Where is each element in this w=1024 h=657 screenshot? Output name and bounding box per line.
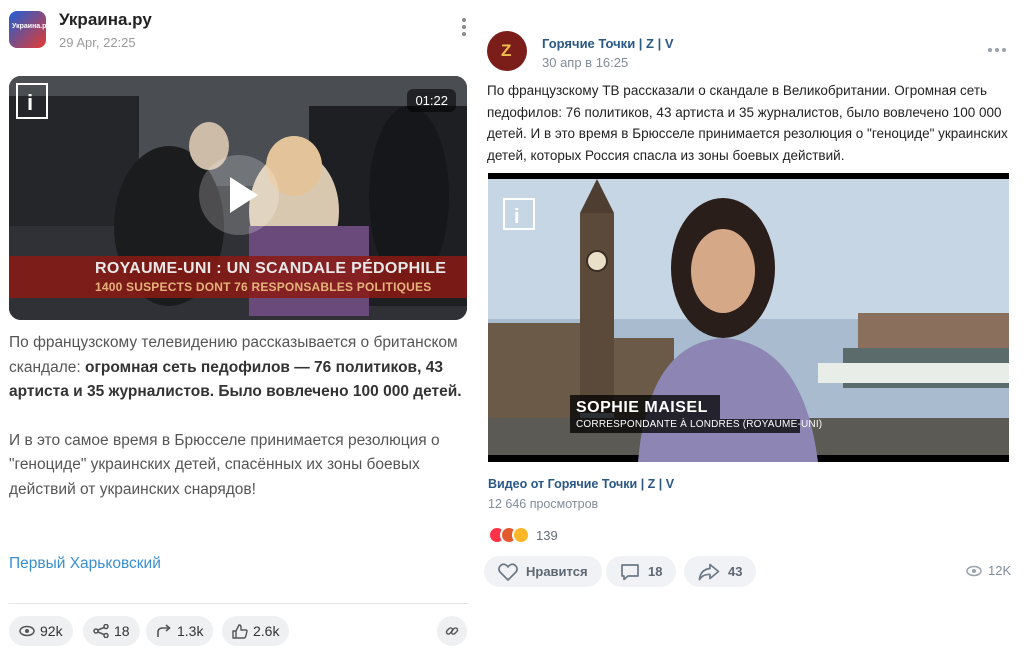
share-arrow-icon bbox=[698, 563, 720, 580]
svg-text:i: i bbox=[27, 90, 33, 115]
views-counter: 12K bbox=[966, 563, 1011, 578]
link-icon bbox=[445, 627, 459, 635]
video-duration: 01:22 bbox=[407, 89, 456, 112]
avatar-logo-text: Украина.ру bbox=[12, 23, 46, 30]
post-date: 29 Apr, 22:25 bbox=[59, 35, 136, 50]
avatar-z-letter: Z bbox=[501, 41, 512, 60]
eye-icon bbox=[966, 565, 982, 576]
post-text-paragraph-2: И в это самое время в Брюсселе принимает… bbox=[9, 431, 440, 498]
video-caption-subtitle: 1400 SUSPECTS DONT 76 RESPONSABLES POLIT… bbox=[95, 280, 432, 294]
shares-count: 18 bbox=[114, 623, 130, 639]
views-counter: 92k bbox=[9, 616, 73, 646]
like-label: Нравится bbox=[526, 564, 588, 579]
views-count: 12K bbox=[988, 563, 1012, 578]
eye-icon bbox=[19, 625, 35, 637]
telegram-post: Украина.ру Украина.ру 29 Apr, 22:25 i RO… bbox=[0, 0, 478, 657]
wow-reaction-icon bbox=[512, 526, 530, 544]
vk-post: Z Горячие Точки | Z | V 30 апр в 16:25 П… bbox=[478, 0, 1024, 657]
video-source-title[interactable]: Видео от Горячие Точки | Z | V bbox=[488, 477, 674, 491]
post-date[interactable]: 30 апр в 16:25 bbox=[542, 55, 628, 70]
shares-count: 43 bbox=[728, 564, 743, 579]
views-count: 92k bbox=[40, 623, 63, 639]
play-button[interactable] bbox=[199, 155, 279, 235]
svg-text:i: i bbox=[514, 206, 520, 228]
comments-count: 18 bbox=[648, 564, 663, 579]
comments-button[interactable]: 18 bbox=[606, 556, 677, 587]
channel-avatar[interactable]: Z bbox=[487, 31, 527, 71]
share-button[interactable]: 43 bbox=[684, 556, 757, 587]
channel-name[interactable]: Горячие Точки | Z | V bbox=[542, 36, 674, 51]
post-text: По французскому телевидению рассказывает… bbox=[9, 331, 469, 526]
heart-icon bbox=[498, 562, 518, 581]
video-caption-title: ROYAUME-UNI : UN SCANDALE PÉDOPHILE bbox=[95, 260, 447, 277]
copy-link-button[interactable] bbox=[437, 616, 467, 646]
divider bbox=[9, 603, 469, 604]
forward-arrow-icon bbox=[157, 624, 171, 637]
thumbs-up-icon bbox=[232, 623, 248, 639]
reactions-count: 139 bbox=[536, 527, 558, 543]
forward-button[interactable]: 1.3k bbox=[146, 616, 214, 646]
like-button[interactable]: 2.6k bbox=[222, 616, 290, 646]
forwards-count: 1.3k bbox=[177, 623, 204, 639]
comment-icon bbox=[621, 563, 639, 580]
video-player[interactable]: i SOPHIE MAISEL CORRESPONDANTE À LONDRES… bbox=[488, 173, 1009, 462]
share-button[interactable]: 18 bbox=[83, 616, 140, 646]
more-options-icon[interactable] bbox=[988, 48, 1008, 54]
like-button[interactable]: Нравится bbox=[484, 556, 602, 587]
more-options-icon[interactable] bbox=[458, 18, 470, 40]
channel-avatar[interactable]: Украина.ру bbox=[9, 11, 46, 48]
share-icon bbox=[93, 624, 109, 638]
video-player[interactable]: i ROYAUME-UNI : UN SCANDALE PÉDOPHILE 14… bbox=[9, 76, 467, 320]
lower-third-name: SOPHIE MAISEL bbox=[576, 399, 708, 416]
likes-count: 2.6k bbox=[253, 623, 280, 639]
lower-third-role: CORRESPONDANTE À LONDRES (ROYAUME-UNI) bbox=[576, 419, 823, 430]
channel-name[interactable]: Украина.ру bbox=[59, 10, 152, 30]
post-text: По французскому ТВ рассказали о скандале… bbox=[487, 83, 1008, 163]
video-views: 12 646 просмотров bbox=[488, 497, 599, 511]
reactions-summary[interactable]: 139 bbox=[488, 525, 558, 545]
play-icon bbox=[230, 177, 258, 213]
source-link[interactable]: Первый Харьковский bbox=[9, 555, 161, 573]
